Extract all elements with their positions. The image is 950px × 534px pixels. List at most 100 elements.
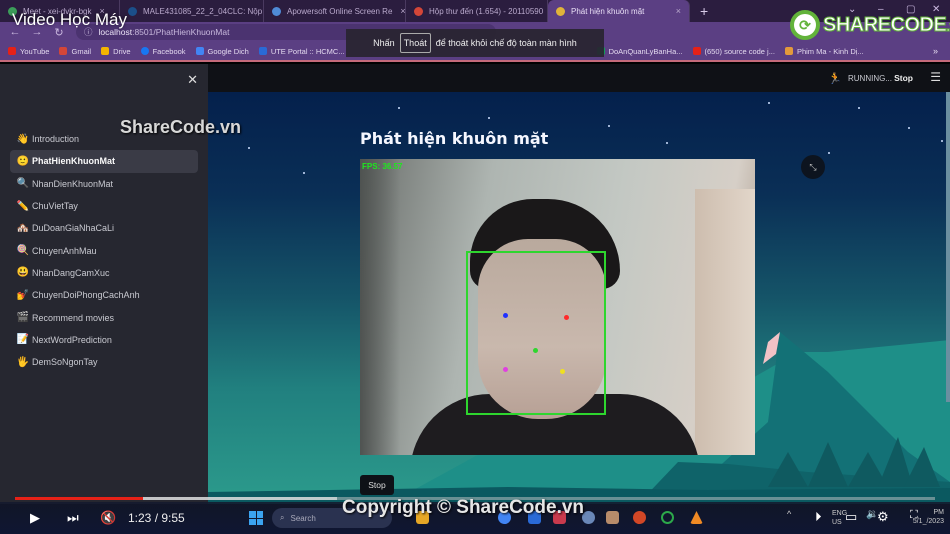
clapperboard-icon: 🎬: [16, 312, 30, 324]
stop-button[interactable]: Stop: [360, 475, 394, 495]
bookmark-label: YouTube: [20, 46, 50, 56]
gmail-favicon-icon: [414, 6, 423, 16]
star: [608, 125, 610, 127]
sharecode-watermark: ShareCode.vn: [120, 117, 242, 137]
sidebar-item-label: NhanDangCamXuc: [32, 267, 110, 278]
star: [828, 152, 830, 154]
running-man-icon: 🏃: [828, 73, 842, 85]
next-video-icon[interactable]: ⏭: [67, 510, 79, 526]
tray-chevron-icon[interactable]: ^: [787, 509, 791, 519]
search-icon: ⌕: [280, 513, 285, 522]
toast-suffix: để thoát khỏi chế độ toàn màn hình: [435, 38, 577, 48]
vlc-icon[interactable]: [690, 511, 703, 524]
bookmark-drive[interactable]: Drive: [101, 47, 131, 56]
sidebar-item-nextwordprediction[interactable]: 📝 NextWordPrediction: [10, 329, 198, 351]
sidebar-item-chuyenanhmau[interactable]: 🍭 ChuyenAnhMau: [10, 239, 198, 261]
url-path: :8501/PhatHienKhuonMat: [132, 27, 230, 37]
powerpoint-icon[interactable]: [633, 511, 646, 524]
lollipop-icon: 🍭: [16, 245, 30, 257]
more-bookmarks-icon[interactable]: »: [933, 46, 938, 56]
lms-favicon-icon: [128, 6, 137, 16]
bookmark-source-code[interactable]: (650) source code j...: [692, 46, 775, 56]
tab-label: MALE431085_22_2_04CLC: Nộp d: [143, 6, 264, 16]
muted-volume-icon[interactable]: 🔇: [100, 510, 116, 526]
circle-app-icon[interactable]: [661, 511, 674, 524]
apowersoft-favicon-icon: [272, 6, 281, 16]
phim-ma-icon: [784, 47, 793, 55]
sidebar-item-label: DemSoNgonTay: [32, 357, 98, 368]
bookmark-label: Google Dich: [207, 46, 249, 56]
sidebar-item-recommend-movies[interactable]: 🎬 Recommend movies: [10, 306, 198, 328]
hamburger-menu-icon[interactable]: ☰: [930, 70, 941, 84]
autoplay-toggle-icon[interactable]: ⏵: [815, 509, 822, 525]
subtitles-icon[interactable]: ▭: [845, 509, 857, 525]
sidebar-item-label: ChuVietTay: [32, 201, 78, 212]
sidebar-item-label: DuDoanGiaNhaCaLi: [32, 223, 115, 234]
star: [858, 107, 860, 109]
header-stop-button[interactable]: Stop: [894, 73, 913, 83]
tab-gmail[interactable]: Hộp thư đến (1.654) - 20110590 ×: [406, 0, 548, 22]
translate-icon: [195, 47, 204, 55]
main-content: Phát hiện khuôn mặt FPS: 36.57 ⤡ Stop: [208, 92, 950, 504]
system-clock[interactable]: PM 5/1_/2023: [913, 508, 944, 526]
bookmark-gmail[interactable]: Gmail: [59, 47, 91, 56]
sidebar-item-label: PhatHienKhuonMat: [32, 156, 115, 167]
bookmark-facebook[interactable]: Facebook: [140, 46, 186, 56]
bookmark-label: (650) source code j...: [704, 46, 775, 56]
bookmark-label: Facebook: [152, 46, 186, 56]
bookmark-label: UTE Portal :: HCMC...: [270, 46, 345, 56]
bookmark-label: Gmail: [71, 46, 92, 56]
star: [666, 142, 668, 144]
sidebar-item-phathienkhuonmat[interactable]: 🙂 PhatHienKhuonMat: [10, 150, 198, 173]
smiley-icon: 😃: [16, 267, 30, 279]
nail-polish-icon: 💅: [16, 289, 30, 301]
sidebar-item-chuyendoiphongcachanh[interactable]: 💅 ChuyenDoiPhongCachAnh: [10, 284, 198, 306]
scrollbar[interactable]: [946, 92, 950, 402]
raised-hand-icon: 🖐️: [16, 356, 30, 368]
fullscreen-expand-button[interactable]: ⤡: [801, 155, 825, 179]
played-bar: [15, 497, 143, 500]
play-icon[interactable]: ▶: [30, 510, 40, 526]
face-bounding-box: [466, 251, 606, 415]
tab-male431085[interactable]: MALE431085_22_2_04CLC: Nộp d ×: [120, 0, 264, 22]
star: [908, 127, 910, 129]
star: [248, 147, 250, 149]
fullscreen-toast: Nhấn Thoát để thoát khỏi chế độ toàn màn…: [346, 29, 604, 57]
sidebar-item-label: ChuyenDoiPhongCachAnh: [32, 290, 140, 301]
close-tab-icon[interactable]: ×: [400, 6, 405, 16]
close-sidebar-icon[interactable]: ✕: [187, 72, 198, 88]
sidebar-item-demsongontay[interactable]: 🖐️ DemSoNgonTay: [10, 351, 198, 373]
sidebar-item-dudoangianhacali[interactable]: 🏘️ DuDoanGiaNhaCaLi: [10, 217, 198, 239]
video-title[interactable]: Video Học Máy: [12, 10, 127, 30]
tab-phat-hien-khuon-mat[interactable]: Phát hiện khuôn mặt ×: [548, 0, 690, 22]
sidebar-item-nhandangcamxuc[interactable]: 😃 NhanDangCamXuc: [10, 262, 198, 284]
buffered-bar: [142, 497, 337, 500]
bookmark-ute-portal[interactable]: UTE Portal :: HCMC...: [258, 46, 345, 56]
bookmark-label: Drive: [113, 46, 131, 56]
face-icon: 🙂: [16, 155, 30, 167]
landmark-left-eye: [564, 315, 569, 320]
ute-portal-icon: [258, 47, 267, 55]
sidebar-item-nhandienkhuonmat[interactable]: 🔍 NhanDienKhuonMat: [10, 173, 198, 195]
magnifier-icon: 🔍: [16, 178, 30, 190]
tab-apowersoft[interactable]: Apowersoft Online Screen Re ×: [264, 0, 406, 22]
background-door: [695, 189, 755, 455]
toast-prefix: Nhấn: [373, 38, 395, 48]
settings-gear-icon[interactable]: ⚙: [877, 509, 889, 525]
drive-icon: [101, 47, 110, 55]
waving-hand-icon: 👋: [16, 133, 30, 145]
page-title: Phát hiện khuôn mặt: [360, 129, 549, 148]
bookmark-phim-ma[interactable]: Phim Ma - Kinh Dị...: [784, 47, 864, 56]
bookmark-youtube[interactable]: YouTube: [8, 47, 49, 56]
sidebar-item-chuviettay[interactable]: ✏️ ChuVietTay: [10, 195, 198, 217]
memo-icon: 📝: [16, 334, 30, 346]
bookmark-google-dich[interactable]: Google Dich: [195, 46, 249, 56]
teams-icon[interactable]: [606, 511, 619, 524]
windows-start-icon[interactable]: [249, 511, 263, 525]
close-tab-icon[interactable]: ×: [676, 6, 681, 16]
star: [768, 102, 770, 104]
bookmark-doan[interactable]: DoAnQuanLyBanHa...: [596, 47, 683, 56]
new-tab-button[interactable]: +: [690, 3, 718, 19]
star: [398, 107, 400, 109]
sidebar-item-label: NextWordPrediction: [32, 334, 112, 345]
